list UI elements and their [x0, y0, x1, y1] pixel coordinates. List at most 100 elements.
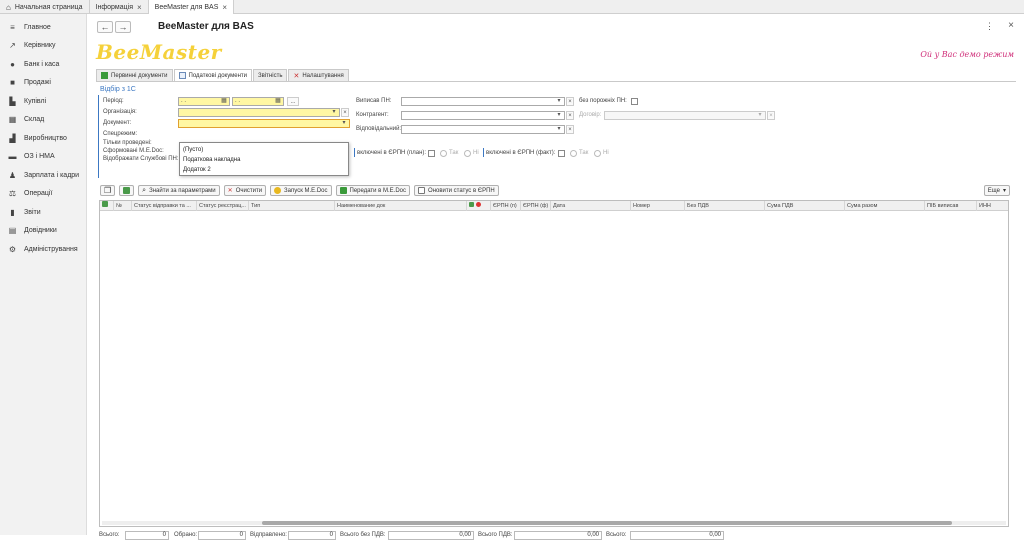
tab-home[interactable]: ⌂ Начальная страница — [0, 0, 90, 14]
grand-total-value: 0,00 — [630, 531, 724, 540]
column-header[interactable]: Сума ПДВ — [764, 201, 844, 211]
chevron-down-icon[interactable]: ▾ — [555, 125, 563, 134]
column-header[interactable]: Сума разом — [844, 201, 924, 211]
chevron-down-icon: ▾ — [1002, 188, 1006, 194]
organization-label: Організація: — [103, 109, 137, 115]
clear-organization-button[interactable]: × — [341, 108, 349, 117]
sidebar-item-main[interactable]: ≡ Главное — [0, 18, 86, 37]
column-header[interactable]: Тип — [248, 201, 334, 211]
period-select-button[interactable]: ... — [287, 97, 299, 106]
period-label: Період: — [103, 98, 124, 104]
sidebar-item-directories[interactable]: ▤ Довідники — [0, 222, 86, 241]
sidebar-item-administration[interactable]: ⚙ Адміністрування — [0, 240, 86, 259]
column-header[interactable]: Номер — [630, 201, 684, 211]
more-button[interactable]: Еще ▾ — [983, 185, 1010, 196]
launch-medoc-button[interactable]: Запуск M.E.Doc — [270, 185, 332, 196]
contract-input[interactable] — [604, 111, 766, 120]
chevron-down-icon[interactable]: ▾ — [555, 111, 563, 120]
clear-button[interactable]: ✕ Очистити — [223, 185, 267, 196]
tab-reporting[interactable]: Звітність — [253, 69, 288, 81]
total-label: Всього: — [99, 532, 120, 538]
tab-settings[interactable]: ✕ Налаштування — [288, 69, 349, 81]
tab-label: Податкові документи — [188, 72, 248, 79]
sidebar-item-production[interactable]: ▟ Виробництво — [0, 129, 86, 148]
send-medoc-button[interactable]: Передати в M.E.Doc — [335, 185, 411, 196]
page-header: ← → BeeMaster для BAS ⋮ × — [88, 18, 1024, 36]
tab-primary-documents[interactable]: Первинні документи — [96, 69, 173, 81]
sidebar-item-operations[interactable]: ⚖ Операції — [0, 185, 86, 204]
counterparty-input[interactable] — [401, 111, 565, 120]
window-tabbar: ⌂ Начальная страница Інформація × BeeMas… — [0, 0, 1024, 14]
form-tabs: Первинні документи Податкові документи З… — [96, 69, 350, 81]
chevron-down-icon[interactable]: ▾ — [330, 108, 338, 117]
column-header[interactable]: ЄРПН (п) — [490, 201, 520, 211]
status-icons-column[interactable] — [466, 201, 490, 211]
erpn-fact-yes-radio[interactable] — [570, 150, 577, 157]
clear-issuer-button[interactable]: × — [566, 97, 574, 106]
factory-icon: ▟ — [9, 133, 16, 143]
sidebar-item-assets[interactable]: ▬ ОЗ і НМА — [0, 148, 86, 167]
bar-chart-icon: ▮ — [10, 207, 15, 217]
responsible-input[interactable] — [401, 125, 565, 134]
horizontal-scrollbar[interactable] — [102, 521, 1006, 525]
close-icon[interactable]: × — [137, 3, 142, 12]
calendar-icon[interactable]: ▦ — [220, 97, 228, 106]
sidebar-item-warehouse[interactable]: ▦ Склад — [0, 111, 86, 130]
dropdown-option-tax-invoice[interactable]: Податкова накладна — [183, 155, 345, 165]
select-all-button[interactable] — [119, 185, 135, 196]
sidebar-item-label: Адміністрування — [24, 245, 78, 253]
erpn-plan-no-radio[interactable] — [464, 150, 471, 157]
selected-value: 0 — [198, 531, 246, 540]
select-column-icon[interactable] — [100, 201, 110, 211]
sidebar-item-reports[interactable]: ▮ Звіти — [0, 203, 86, 222]
warehouse-icon: ▦ — [8, 115, 17, 125]
sidebar-item-sales[interactable]: ■ Продажі — [0, 74, 86, 93]
check-all-icon — [123, 187, 131, 194]
document-input[interactable] — [178, 119, 350, 128]
clear-responsible-button[interactable]: × — [566, 125, 574, 134]
dropdown-option-empty[interactable]: (Пусто) — [183, 145, 345, 155]
chevron-down-icon[interactable]: ▾ — [555, 97, 563, 106]
scrollbar-thumb[interactable] — [262, 521, 952, 525]
tab-beemaster[interactable]: BeeMaster для BAS × — [148, 0, 235, 14]
column-header[interactable]: Без ПДВ — [684, 201, 764, 211]
dropdown-option-appendix-2[interactable]: Додаток 2 — [183, 165, 345, 175]
issuer-input[interactable] — [401, 97, 565, 106]
update-erpn-status-button[interactable]: Оновити статус в ЄРПН — [414, 185, 499, 196]
contract-label: Договір: — [579, 112, 602, 118]
erpn-fact-no-radio[interactable] — [594, 150, 601, 157]
sidebar-item-manager[interactable]: ↗ Керівнику — [0, 37, 86, 56]
tab-tax-documents[interactable]: Податкові документи — [173, 69, 253, 81]
tab-information[interactable]: Інформація × — [90, 0, 149, 14]
sidebar-item-purchases[interactable]: ▙ Купівлі — [0, 92, 86, 111]
chevron-down-icon[interactable]: ▾ — [756, 111, 764, 120]
calendar-icon[interactable]: ▦ — [274, 97, 282, 106]
sidebar-item-bank[interactable]: ● Банк і каса — [0, 55, 86, 74]
column-header[interactable]: Статус відправки та ... — [131, 201, 196, 211]
empty-pn-checkbox[interactable] — [631, 98, 638, 105]
erpn-plan-checkbox[interactable] — [428, 150, 435, 157]
column-header[interactable]: Наименование док — [334, 201, 466, 211]
clear-contract-button[interactable]: × — [767, 111, 775, 120]
erpn-plan-yes-radio[interactable] — [440, 150, 447, 157]
sidebar-item-label: Керівнику — [24, 42, 56, 50]
close-form-button[interactable]: × — [1008, 20, 1014, 31]
column-header[interactable]: № — [113, 201, 131, 211]
grid-toolbar: ❐ ⌕ Знайти за параметрами ✕ Очистити Зап… — [100, 185, 499, 196]
column-header[interactable]: ПІБ виписав — [924, 201, 976, 211]
organization-input[interactable] — [178, 108, 340, 117]
more-menu-icon[interactable]: ⋮ — [985, 21, 994, 32]
chevron-down-icon[interactable]: ▾ — [340, 119, 348, 128]
column-header[interactable]: Статус реєстрац... — [196, 201, 248, 211]
close-icon[interactable]: × — [222, 3, 227, 12]
column-header[interactable]: ЄРПН (ф) — [520, 201, 550, 211]
erpn-fact-checkbox[interactable] — [558, 150, 565, 157]
sidebar-item-salary[interactable]: ♟ Зарплата і кадри — [0, 166, 86, 185]
find-button[interactable]: ⌕ Знайти за параметрами — [138, 185, 220, 196]
clear-counterparty-button[interactable]: × — [566, 111, 574, 120]
column-header[interactable]: Дата — [550, 201, 630, 211]
back-button[interactable]: ← — [97, 21, 113, 33]
column-header[interactable]: ИНН — [976, 201, 1008, 211]
forward-button[interactable]: → — [115, 21, 131, 33]
copy-button[interactable]: ❐ — [100, 185, 116, 196]
